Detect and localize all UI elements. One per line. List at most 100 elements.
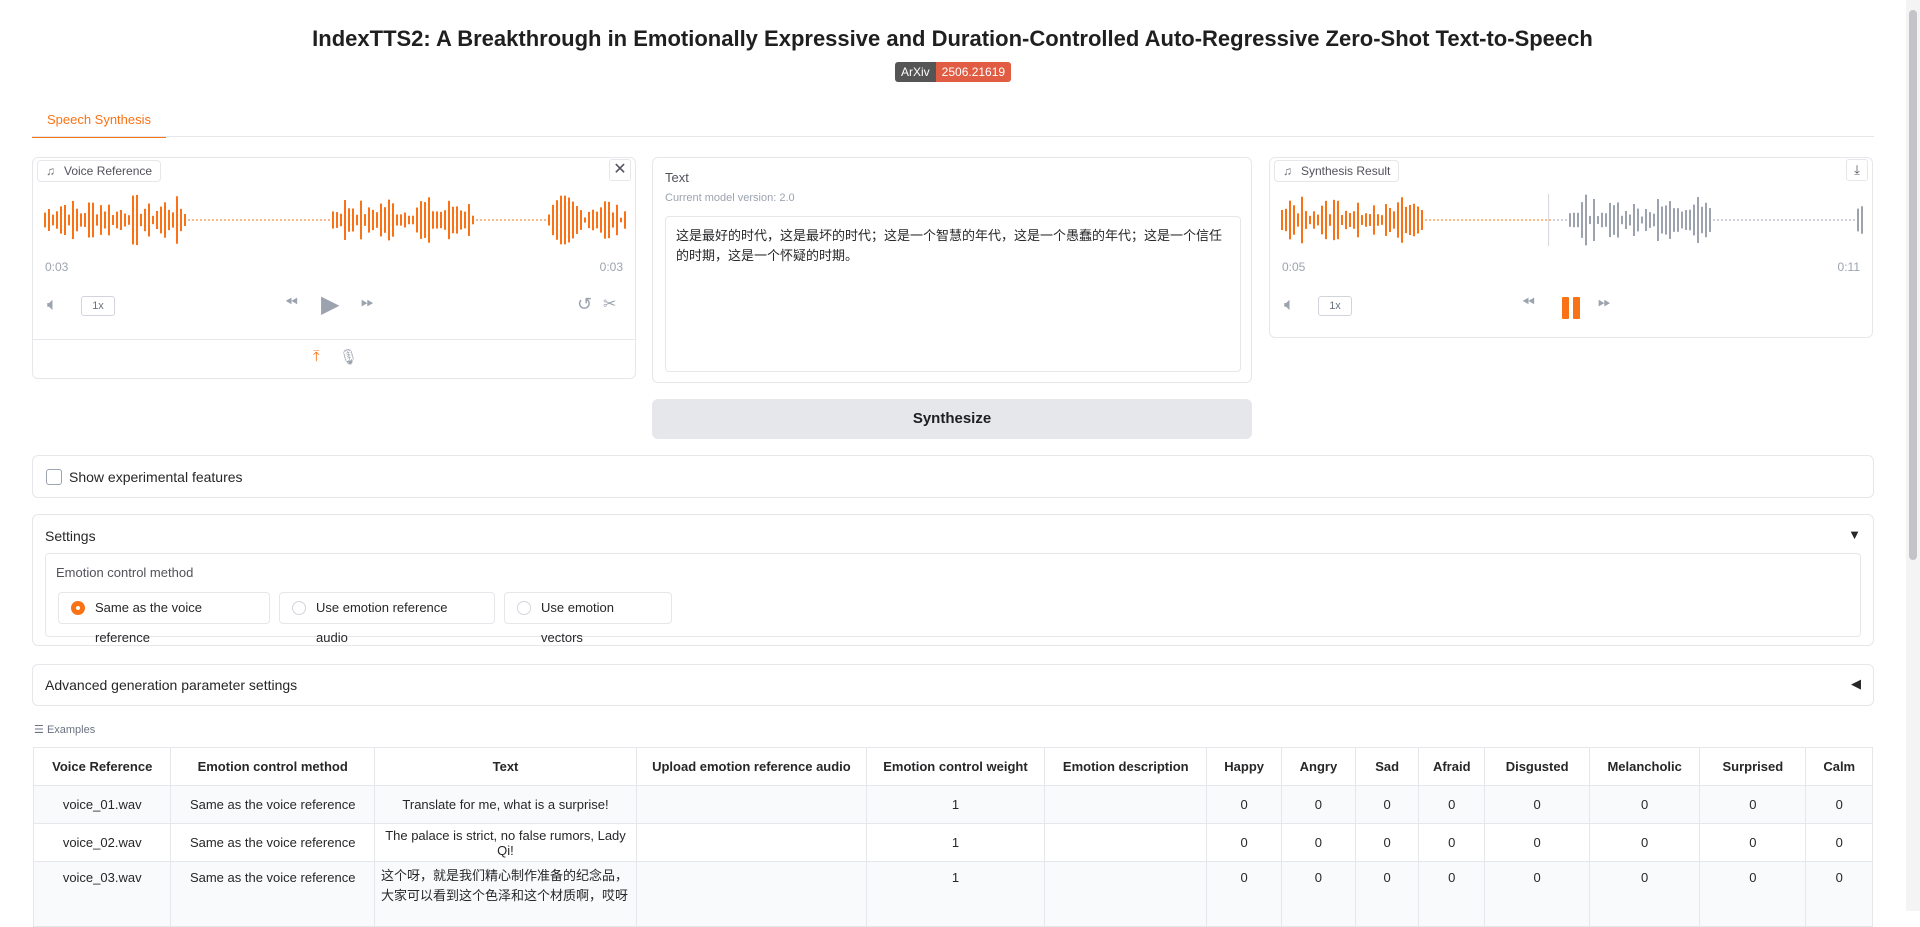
arxiv-badge[interactable]: ArXiv 2506.21619 xyxy=(895,62,1012,82)
column-header[interactable]: Emotion description xyxy=(1044,747,1208,786)
column-header[interactable]: Calm xyxy=(1805,747,1873,786)
settings-title[interactable]: Settings xyxy=(45,528,96,544)
list-icon: ☰ xyxy=(34,724,44,736)
table-cell: Same as the voice reference xyxy=(170,785,375,824)
download-icon[interactable]: ⤓ xyxy=(1846,159,1868,181)
table-cell: 0 xyxy=(1280,861,1356,927)
triangle-left-icon: ◀ xyxy=(1851,676,1861,691)
table-cell xyxy=(1044,861,1208,927)
table-cell: 0 xyxy=(1354,823,1420,862)
text-input[interactable]: 这是最好的时代，这是最坏的时代；这是一个智慧的年代，这是一个愚蠢的年代；这是一个… xyxy=(665,216,1241,372)
scrollbar-thumb[interactable] xyxy=(1909,10,1917,560)
table-cell: 0 xyxy=(1206,785,1282,824)
table-cell: voice_01.wav xyxy=(32,785,172,824)
column-header[interactable]: Angry xyxy=(1280,747,1356,786)
column-header[interactable]: Sad xyxy=(1354,747,1420,786)
synthesis-result-label: ♫ Synthesis Result xyxy=(1274,160,1400,182)
triangle-down-icon[interactable]: ▼ xyxy=(1848,527,1861,542)
volume-icon[interactable]: 🔈︎ xyxy=(47,294,58,315)
radio-indicator xyxy=(71,601,85,615)
music-note-icon: ♫ xyxy=(46,164,55,178)
column-header[interactable]: Voice Reference xyxy=(32,747,172,786)
scissors-icon[interactable]: ✂ xyxy=(603,294,616,314)
radio-use-emotion-vectors[interactable]: Use emotion vectors xyxy=(504,592,672,645)
synthesis-result-waveform[interactable] xyxy=(1280,194,1864,246)
current-time: 0:03 xyxy=(45,260,69,274)
voice-reference-label: ♫ Voice Reference xyxy=(37,160,162,182)
examples-label: ☰ Examples xyxy=(34,724,96,736)
tab-divider xyxy=(32,136,1874,137)
settings-accordion: Settings ▼ Emotion control method xyxy=(32,514,1874,646)
column-header[interactable]: Melancholic xyxy=(1589,747,1701,786)
experimental-panel: Show experimental features xyxy=(32,455,1874,498)
advanced-title: Advanced generation parameter settings xyxy=(45,677,298,693)
column-header[interactable]: Emotion control method xyxy=(170,747,375,786)
table-cell: Translate for me, what is a surprise! xyxy=(373,785,638,824)
badge-label: ArXiv xyxy=(895,62,936,82)
current-time: 0:05 xyxy=(1282,260,1306,274)
radio-indicator xyxy=(292,601,306,615)
table-cell: 0 xyxy=(1418,861,1486,927)
panel-divider xyxy=(33,339,635,340)
table-cell: The palace is strict, no false rumors, L… xyxy=(373,823,638,862)
fast-forward-icon[interactable]: ⏩︎ xyxy=(1598,294,1611,312)
table-header-row: Voice Reference Emotion control method Tex… xyxy=(32,747,1873,786)
table-cell xyxy=(1044,823,1208,862)
microphone-icon[interactable]: 🎙︎ xyxy=(339,348,358,366)
table-cell: 0 xyxy=(1589,861,1701,927)
synthesis-result-panel: ♫ Synthesis Result ⤓ 0:05 0:11 🔈︎ 1x ⏪︎ … xyxy=(1269,157,1873,338)
column-header[interactable]: Text xyxy=(373,747,638,786)
table-cell: voice_03.wav xyxy=(32,861,172,927)
voice-reference-waveform[interactable] xyxy=(43,194,627,246)
column-header[interactable]: Upload emotion reference audio xyxy=(636,747,867,786)
pause-icon[interactable] xyxy=(1562,297,1582,319)
upload-icon[interactable]: ⤒ xyxy=(313,348,320,365)
voice-reference-panel: ♫ Voice Reference ✕ 0:03 0:03 🔈︎ 1x ⏪︎ ▶… xyxy=(32,157,636,379)
table-cell: 0 xyxy=(1354,861,1420,927)
table-cell: 这个呀，就是我们精心制作准备的纪念品，大家可以看到这个色泽和这个材质啊，哎呀 xyxy=(373,861,638,927)
radio-use-emotion-reference-audio[interactable]: Use emotion reference audio xyxy=(279,592,495,645)
table-row[interactable]: voice_01.wav Same as the voice reference T… xyxy=(32,785,1873,824)
advanced-accordion[interactable]: Advanced generation parameter settings ◀ xyxy=(32,664,1874,706)
play-icon[interactable]: ▶ xyxy=(321,290,339,319)
table-cell: 0 xyxy=(1206,861,1282,927)
table-cell: 0 xyxy=(1280,823,1356,862)
column-header[interactable]: Emotion control weight xyxy=(865,747,1046,786)
total-time: 0:11 xyxy=(1837,260,1860,274)
examples-table-wrapper: Voice Reference Emotion control method Tex… xyxy=(32,747,1873,927)
experimental-checkbox[interactable] xyxy=(46,469,62,485)
column-header[interactable]: Afraid xyxy=(1418,747,1486,786)
tab-speech-synthesis[interactable]: Speech Synthesis xyxy=(32,104,166,138)
text-label: Text xyxy=(665,170,689,185)
synthesize-button[interactable]: Synthesize xyxy=(652,399,1252,439)
table-cell: 0 xyxy=(1699,861,1807,927)
music-note-icon: ♫ xyxy=(1283,164,1292,178)
experimental-label: Show experimental features xyxy=(69,469,243,485)
table-row[interactable]: voice_02.wav Same as the voice reference T… xyxy=(32,823,1873,862)
volume-icon[interactable]: 🔈︎ xyxy=(1284,294,1295,315)
scrollbar-track[interactable] xyxy=(1906,0,1920,911)
table-cell: 0 xyxy=(1484,785,1591,824)
radio-same-as-voice-reference[interactable]: Same as the voice reference xyxy=(58,592,270,645)
close-icon[interactable]: ✕ xyxy=(609,159,631,181)
table-cell: 0 xyxy=(1418,785,1486,824)
column-header[interactable]: Surprised xyxy=(1699,747,1807,786)
table-cell: 0 xyxy=(1484,861,1591,927)
undo-icon[interactable]: ↺ xyxy=(577,294,592,315)
table-cell: 0 xyxy=(1699,785,1807,824)
page-title: IndexTTS2: A Breakthrough in Emotionally… xyxy=(312,26,1593,51)
rewind-icon[interactable]: ⏪︎ xyxy=(1522,294,1535,312)
fast-forward-icon[interactable]: ⏩︎ xyxy=(361,294,374,312)
table-cell: 0 xyxy=(1354,785,1420,824)
column-header[interactable]: Disgusted xyxy=(1484,747,1591,786)
total-time: 0:03 xyxy=(599,260,623,274)
playback-rate-button[interactable]: 1x xyxy=(81,296,115,316)
table-cell: 0 xyxy=(1418,823,1486,862)
radio-indicator xyxy=(517,601,531,615)
text-panel: Text Current model version: 2.0 这是最好的时代，… xyxy=(652,157,1252,383)
table-cell xyxy=(1044,785,1208,824)
playback-rate-button[interactable]: 1x xyxy=(1318,296,1352,316)
table-row[interactable]: voice_03.wav Same as the voice reference 这… xyxy=(32,861,1873,927)
column-header[interactable]: Happy xyxy=(1206,747,1282,786)
rewind-icon[interactable]: ⏪︎ xyxy=(285,294,298,312)
